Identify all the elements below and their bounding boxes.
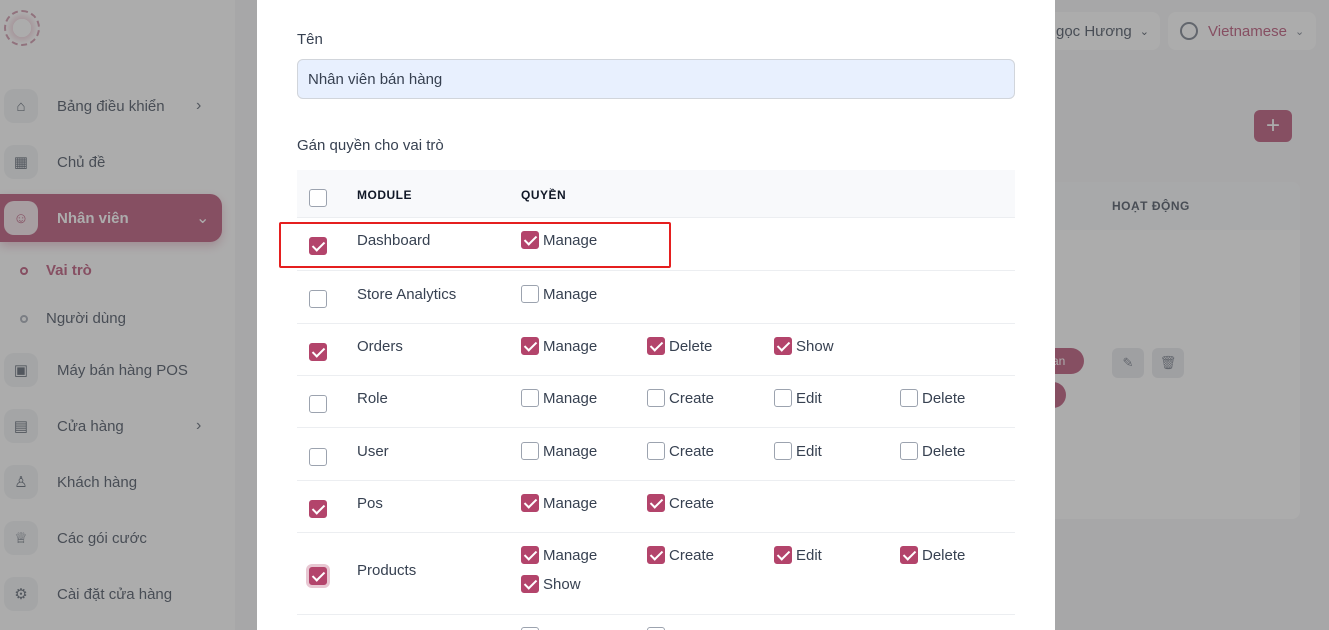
permission-checkbox[interactable]: [647, 442, 665, 460]
table-row: Store Analytics Manage: [297, 271, 1015, 324]
permission-checkbox[interactable]: [900, 389, 918, 407]
permission-role-create[interactable]: Create: [647, 389, 714, 407]
column-header-module: MODULE: [357, 188, 412, 202]
permission-checkbox[interactable]: [774, 337, 792, 355]
table-row: Pos Manage Create: [297, 481, 1015, 533]
module-name: Pos: [357, 495, 383, 512]
permission-checkbox[interactable]: [521, 389, 539, 407]
table-row: [297, 615, 1015, 630]
permission-checkbox[interactable]: [647, 389, 665, 407]
permission-products-edit[interactable]: Edit: [774, 546, 822, 564]
permission-store-analytics-manage[interactable]: Manage: [521, 285, 597, 303]
role-name-input[interactable]: [297, 59, 1015, 99]
permissions-table-header: MODULE QUYỀN: [297, 170, 1015, 218]
row-checkbox-orders[interactable]: [309, 343, 327, 361]
permission-checkbox[interactable]: [647, 546, 665, 564]
permission-user-manage[interactable]: Manage: [521, 442, 597, 460]
module-name: Orders: [357, 338, 403, 355]
module-name: Role: [357, 390, 388, 407]
permissions-section-title: Gán quyền cho vai trò: [297, 137, 444, 154]
permission-checkbox[interactable]: [521, 575, 539, 593]
annotation-highlight-box: [279, 222, 671, 268]
permission-orders-delete[interactable]: Delete: [647, 337, 712, 355]
permission-user-create[interactable]: Create: [647, 442, 714, 460]
module-name: Store Analytics: [357, 286, 457, 303]
permission-user-delete[interactable]: Delete: [900, 442, 965, 460]
permission-products-manage[interactable]: Manage: [521, 546, 597, 564]
row-checkbox-role[interactable]: [309, 395, 327, 413]
row-checkbox-pos[interactable]: [309, 500, 327, 518]
permission-role-manage[interactable]: Manage: [521, 389, 597, 407]
permission-checkbox[interactable]: [647, 494, 665, 512]
row-checkbox-user[interactable]: [309, 448, 327, 466]
permission-checkbox[interactable]: [521, 494, 539, 512]
permission-products-show[interactable]: Show: [521, 575, 581, 593]
permission-checkbox[interactable]: [900, 546, 918, 564]
select-all-checkbox[interactable]: [309, 189, 327, 207]
permission-role-edit[interactable]: Edit: [774, 389, 822, 407]
module-name: Products: [357, 562, 417, 579]
permission-checkbox[interactable]: [521, 442, 539, 460]
permission-user-edit[interactable]: Edit: [774, 442, 822, 460]
table-row: User Manage Create Edit Delete: [297, 428, 1015, 481]
permission-checkbox[interactable]: [774, 389, 792, 407]
permission-checkbox[interactable]: [647, 337, 665, 355]
permission-role-delete[interactable]: Delete: [900, 389, 965, 407]
permission-checkbox[interactable]: [521, 337, 539, 355]
role-edit-modal: Tên Gán quyền cho vai trò MODULE QUYỀN D…: [257, 0, 1055, 630]
permission-pos-create[interactable]: Create: [647, 494, 714, 512]
role-name-label: Tên: [297, 31, 323, 48]
module-name: User: [357, 443, 389, 460]
permission-checkbox[interactable]: [521, 546, 539, 564]
permission-checkbox[interactable]: [774, 546, 792, 564]
permission-pos-manage[interactable]: Manage: [521, 494, 597, 512]
column-header-permission: QUYỀN: [521, 188, 567, 202]
permission-checkbox[interactable]: [900, 442, 918, 460]
permission-checkbox[interactable]: [521, 285, 539, 303]
permission-products-create[interactable]: Create: [647, 546, 714, 564]
row-checkbox-store-analytics[interactable]: [309, 290, 327, 308]
table-row: Orders Manage Delete Show: [297, 324, 1015, 376]
row-checkbox-products[interactable]: [309, 567, 327, 585]
table-row: Role Manage Create Edit Delete: [297, 376, 1015, 428]
permission-products-delete[interactable]: Delete: [900, 546, 965, 564]
table-row: Products Manage Create Edit Delete Show: [297, 533, 1015, 615]
permission-orders-show[interactable]: Show: [774, 337, 834, 355]
permission-checkbox[interactable]: [774, 442, 792, 460]
permission-orders-manage[interactable]: Manage: [521, 337, 597, 355]
